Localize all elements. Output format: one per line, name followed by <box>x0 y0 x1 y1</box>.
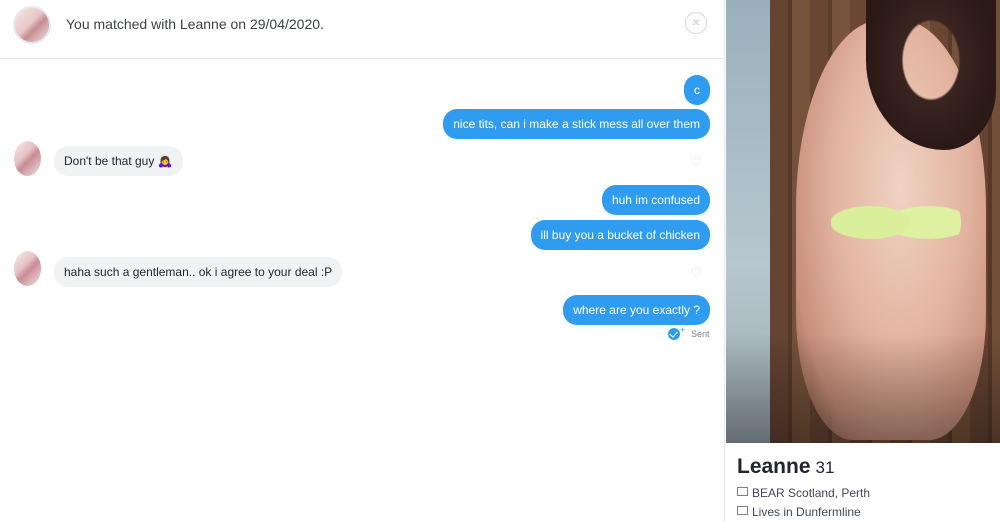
message-incoming: haha such a gentleman.. ok i agree to yo… <box>54 257 343 287</box>
briefcase-icon <box>737 487 748 496</box>
profile-job: BEAR Scotland, Perth <box>737 486 870 500</box>
match-title: You matched with Leanne on 29/04/2020. <box>66 16 324 32</box>
home-icon <box>737 506 748 515</box>
heart-icon[interactable]: ♡ <box>690 155 704 168</box>
profile-pane: Leanne 31 BEAR Scotland, Perth Lives in D… <box>724 0 1000 522</box>
profile-name-row: Leanne 31 <box>737 455 834 479</box>
message-outgoing: ill buy you a bucket of chicken <box>530 220 710 250</box>
message-outgoing: huh im confused <box>601 185 710 215</box>
match-avatar[interactable] <box>13 6 51 44</box>
profile-photo[interactable] <box>726 0 1000 443</box>
heart-icon[interactable]: ♡ <box>690 266 704 279</box>
message-outgoing: nice tits, can i make a stick mess all o… <box>443 109 710 139</box>
sender-avatar[interactable] <box>14 251 41 286</box>
message-outgoing: where are you exactly ? <box>563 295 710 325</box>
match-header: You matched with Leanne on 29/04/2020. × <box>0 0 724 59</box>
message-outgoing: c <box>684 75 710 105</box>
profile-name: Leanne <box>737 455 811 478</box>
chat-pane: You matched with Leanne on 29/04/2020. ×… <box>0 0 724 522</box>
plus-icon: + <box>680 325 686 335</box>
profile-age: 31 <box>815 458 835 477</box>
close-icon[interactable]: × <box>685 12 707 34</box>
profile-location-text: Lives in Dunfermline <box>752 505 861 519</box>
sender-avatar[interactable] <box>14 141 41 176</box>
profile-location: Lives in Dunfermline <box>737 505 861 519</box>
profile-job-text: BEAR Scotland, Perth <box>752 486 871 500</box>
sent-check-icon <box>668 328 680 340</box>
message-incoming: Don't be that guy 🙇‍♀️ <box>54 146 183 176</box>
sent-label: Sent <box>691 329 710 339</box>
